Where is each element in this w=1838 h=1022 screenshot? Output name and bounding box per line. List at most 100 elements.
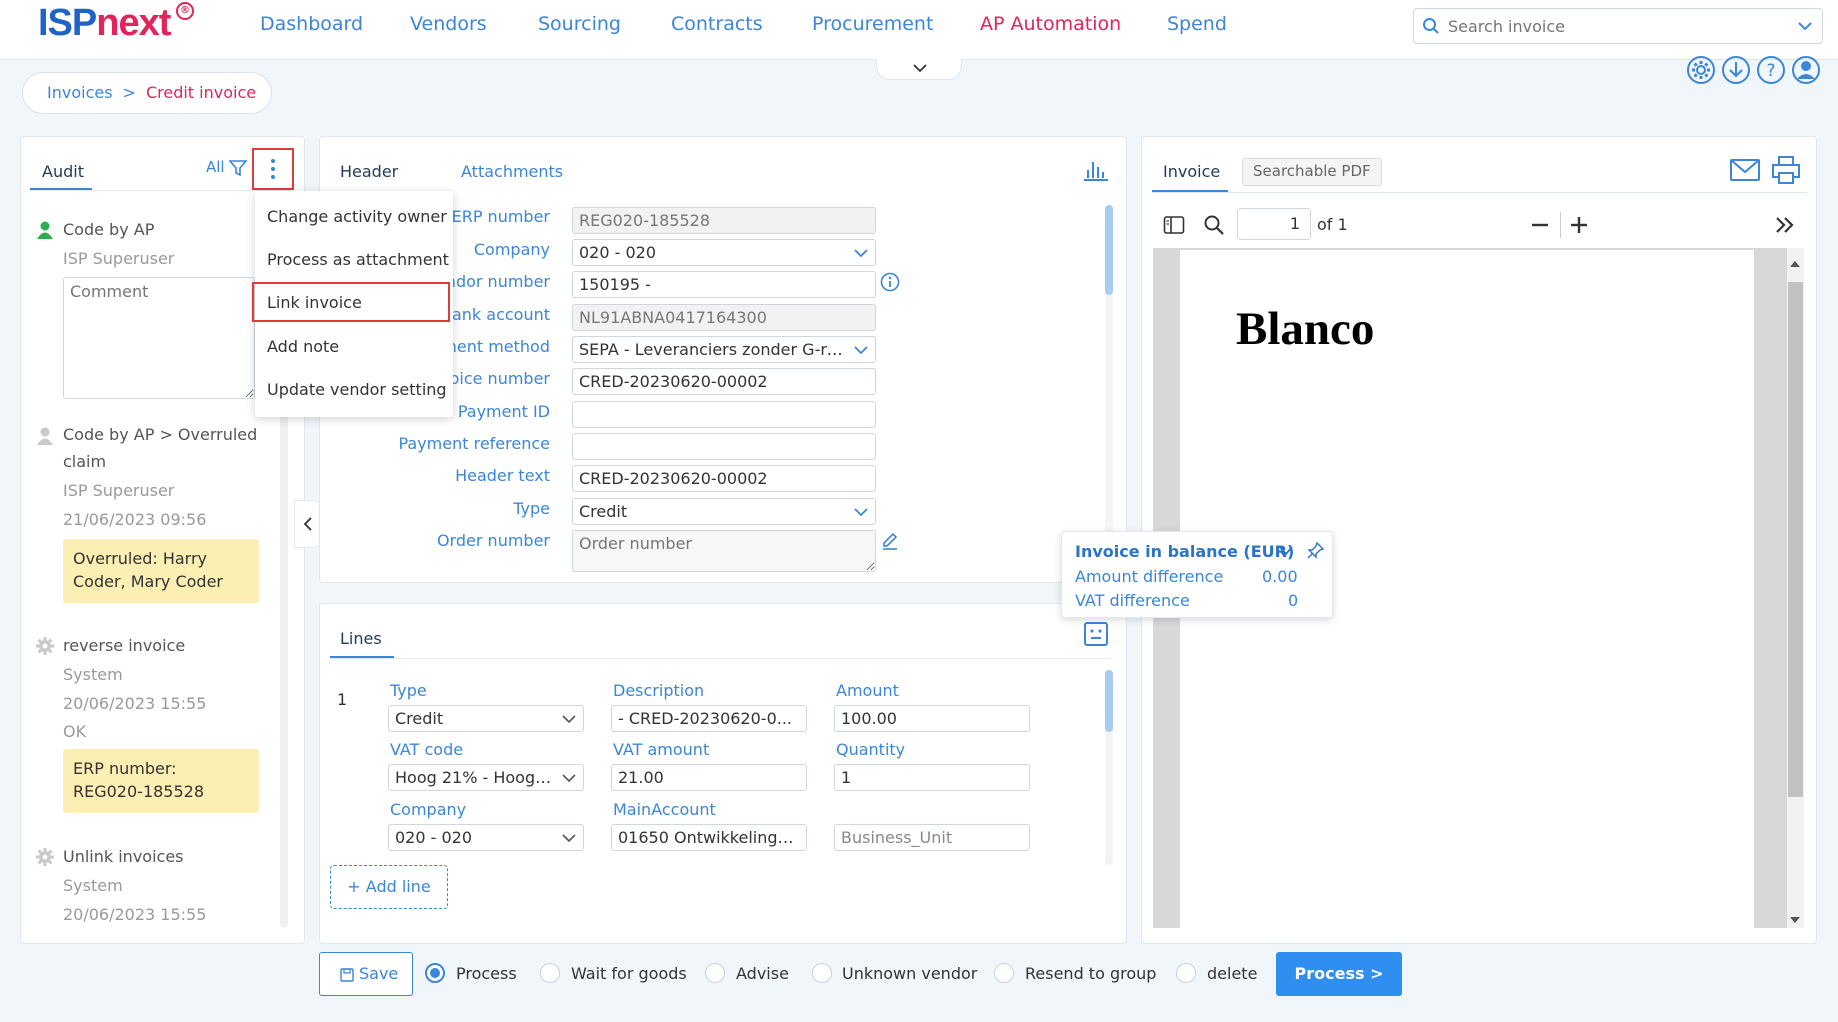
scroll-down-arrow-icon[interactable] xyxy=(1788,910,1802,929)
tab-audit[interactable]: Audit xyxy=(42,162,84,181)
radio-unknown-vendor[interactable] xyxy=(812,963,832,983)
balance-title: Invoice in balance (EUR) xyxy=(1075,542,1295,561)
lines-view-icon[interactable] xyxy=(1082,620,1110,652)
breadcrumb-invoices[interactable]: Invoices xyxy=(47,83,113,102)
print-icon[interactable] xyxy=(1771,155,1801,189)
order-number-textarea[interactable] xyxy=(572,530,876,572)
bank-account-field[interactable]: NL91ABNA0417164300 xyxy=(572,304,876,331)
tab-searchable-pdf[interactable]: Searchable PDF xyxy=(1242,158,1382,186)
info-icon[interactable] xyxy=(880,272,900,296)
tab-header[interactable]: Header xyxy=(340,162,398,181)
menu-add-note[interactable]: Add note xyxy=(267,337,339,356)
radio-wait-for-goods[interactable] xyxy=(540,963,560,983)
line-main-account-field[interactable]: 01650 Ontwikkelings... xyxy=(611,824,807,851)
sidebar-toggle-icon[interactable] xyxy=(1163,215,1185,239)
tab-invoice[interactable]: Invoice xyxy=(1163,162,1220,181)
pdf-search-icon[interactable] xyxy=(1203,214,1225,240)
user-icon xyxy=(36,426,54,450)
svg-text:?: ? xyxy=(1766,61,1775,81)
nav-spend[interactable]: Spend xyxy=(1167,13,1227,35)
add-line-button[interactable]: + Add line xyxy=(330,865,448,909)
menu-process-as-attachment[interactable]: Process as attachment xyxy=(267,250,449,269)
viewer-divider xyxy=(1152,192,1807,193)
zoom-in-icon[interactable] xyxy=(1569,215,1589,239)
scroll-up-arrow-icon[interactable] xyxy=(1788,254,1802,273)
radio-resend-to-group-label[interactable]: Resend to group xyxy=(1025,964,1156,983)
radio-advise-label[interactable]: Advise xyxy=(736,964,789,983)
app-logo[interactable]: ISPnext ® xyxy=(38,2,194,58)
mail-icon[interactable] xyxy=(1729,157,1761,187)
line-quantity-field[interactable]: 1 xyxy=(834,764,1030,791)
search-input[interactable] xyxy=(1448,14,1778,38)
audit-entry-title-cont: claim xyxy=(63,452,107,471)
vendor-number-field[interactable]: 150195 - xyxy=(572,271,876,298)
invoice-number-field[interactable]: CRED-20230620-00002 xyxy=(572,368,876,395)
bar-chart-icon[interactable] xyxy=(1082,158,1110,186)
balance-chevron-down-icon[interactable] xyxy=(1278,543,1294,562)
zoom-out-icon[interactable] xyxy=(1530,215,1550,239)
lines-divider xyxy=(330,658,1110,659)
menu-change-activity-owner[interactable]: Change activity owner xyxy=(267,207,447,226)
radio-process-label[interactable]: Process xyxy=(456,964,517,983)
pin-icon[interactable] xyxy=(1307,541,1325,563)
nav-ap-automation[interactable]: AP Automation xyxy=(980,13,1121,35)
menu-update-vendor-setting[interactable]: Update vendor setting xyxy=(267,380,447,399)
collapse-header-tab[interactable] xyxy=(876,58,962,80)
company-select[interactable]: 020 - 020 xyxy=(572,239,876,266)
nav-contracts[interactable]: Contracts xyxy=(671,13,763,35)
search-dropdown-chevron-icon[interactable] xyxy=(1796,17,1814,39)
edit-pencil-icon[interactable] xyxy=(880,531,900,555)
line-type-label: Type xyxy=(390,681,427,700)
tab-lines[interactable]: Lines xyxy=(340,629,382,648)
line-vat-code-select[interactable]: Hoog 21% - Hoog ... xyxy=(388,764,584,791)
settings-icon[interactable] xyxy=(1686,55,1716,85)
line-vat-amount-field[interactable]: 21.00 xyxy=(611,764,807,791)
radio-wait-for-goods-label[interactable]: Wait for goods xyxy=(571,964,687,983)
radio-advise[interactable] xyxy=(705,963,725,983)
bank-account-label: Bank account xyxy=(440,305,550,324)
header-form-labels: ERP number Company ndor number Bank acco… xyxy=(340,0,550,550)
radio-delete[interactable] xyxy=(1176,963,1196,983)
radio-delete-label[interactable]: delete xyxy=(1207,964,1257,983)
payment-reference-field[interactable] xyxy=(572,433,876,460)
line-amount-field[interactable]: 100.00 xyxy=(834,705,1030,732)
comment-textarea[interactable] xyxy=(63,277,255,399)
tab-attachments[interactable]: Attachments xyxy=(461,162,563,181)
nav-vendors[interactable]: Vendors xyxy=(410,13,487,35)
payment-method-select[interactable]: SEPA - Leveranciers zonder G-re... xyxy=(572,336,876,363)
payment-id-field[interactable] xyxy=(572,401,876,428)
audit-entry-user: System xyxy=(63,665,123,684)
pdf-scrollbar-thumb[interactable] xyxy=(1788,282,1803,797)
process-button[interactable]: Process > xyxy=(1276,952,1402,996)
line-business-unit-field[interactable]: Business_Unit xyxy=(834,824,1030,851)
nav-dashboard[interactable]: Dashboard xyxy=(260,13,363,35)
nav-sourcing[interactable]: Sourcing xyxy=(538,13,621,35)
save-button[interactable]: Save xyxy=(319,952,413,996)
audit-entry-title: Code by AP xyxy=(63,220,155,239)
collapse-audit-button[interactable] xyxy=(294,500,322,548)
chevron-down-icon xyxy=(562,715,576,724)
user-icon[interactable] xyxy=(1791,55,1821,85)
download-icon[interactable] xyxy=(1721,55,1751,85)
nav-procurement[interactable]: Procurement xyxy=(812,13,933,35)
filter-icon[interactable] xyxy=(228,159,248,181)
breadcrumb-current: Credit invoice xyxy=(145,83,257,102)
audit-filter-all[interactable]: All xyxy=(206,158,225,176)
gear-icon xyxy=(35,847,55,871)
double-chevron-right-icon[interactable] xyxy=(1774,215,1796,239)
audit-entry-user: System xyxy=(63,876,123,895)
radio-resend-to-group[interactable] xyxy=(994,963,1014,983)
line-description-field[interactable]: - CRED-20230620-0... xyxy=(611,705,807,732)
radio-process[interactable] xyxy=(425,963,445,983)
line-company-select[interactable]: 020 - 020 xyxy=(388,824,584,851)
type-select[interactable]: Credit xyxy=(572,498,876,525)
radio-unknown-vendor-label[interactable]: Unknown vendor xyxy=(842,964,977,983)
pdf-page-input[interactable]: 1 xyxy=(1237,208,1311,240)
header-scrollbar-thumb[interactable] xyxy=(1105,205,1113,295)
line-type-select[interactable]: Credit xyxy=(388,705,584,732)
erp-number-field[interactable]: REG020-185528 xyxy=(572,207,876,234)
help-icon[interactable]: ? xyxy=(1756,55,1786,85)
header-text-field[interactable]: CRED-20230620-00002 xyxy=(572,465,876,492)
audit-entry-status: OK xyxy=(63,722,87,741)
lines-scrollbar-thumb[interactable] xyxy=(1105,670,1113,732)
